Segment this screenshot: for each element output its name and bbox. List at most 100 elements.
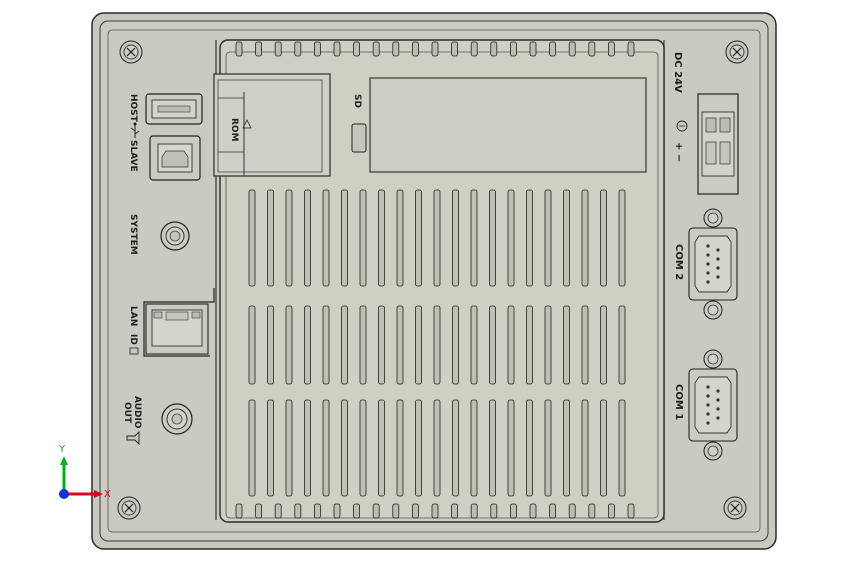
vent-slot bbox=[378, 189, 385, 287]
vent-slot bbox=[313, 41, 321, 57]
dc-24v-label: DC 24V bbox=[672, 52, 683, 93]
screw-icon bbox=[119, 40, 143, 64]
vent-slot bbox=[608, 41, 615, 57]
vent-slot bbox=[452, 305, 459, 385]
vent-slot bbox=[433, 305, 441, 385]
vent-slot bbox=[285, 305, 293, 385]
system-label: SYSTEM bbox=[128, 214, 138, 255]
rom-slot: ROM bbox=[213, 73, 331, 177]
vent-slot bbox=[304, 189, 311, 287]
vent-slot bbox=[235, 503, 243, 519]
vent-slot bbox=[333, 503, 341, 519]
vent-slot bbox=[563, 189, 570, 287]
vent-slot bbox=[353, 503, 361, 519]
bottom-vent-slots bbox=[235, 503, 635, 519]
screw-icon bbox=[117, 496, 141, 520]
vent-slot bbox=[470, 41, 478, 57]
vent-slot bbox=[248, 305, 256, 385]
usb-b-port[interactable] bbox=[149, 135, 201, 181]
system-button[interactable] bbox=[160, 221, 190, 251]
vent-slot bbox=[248, 399, 256, 497]
vent-slot bbox=[235, 41, 243, 57]
vent-slot bbox=[451, 503, 459, 519]
vent-slot bbox=[544, 399, 552, 497]
vent-slot bbox=[341, 399, 348, 497]
vent-slot bbox=[563, 399, 570, 497]
plus-minus-label: + − bbox=[673, 142, 684, 162]
vent-slot bbox=[544, 305, 552, 385]
vent-slot bbox=[285, 399, 293, 497]
vent-slot bbox=[627, 41, 635, 57]
vent-slot bbox=[452, 189, 459, 287]
vent-slot bbox=[415, 399, 422, 497]
vent-slot bbox=[304, 399, 311, 497]
vent-slot bbox=[470, 399, 478, 497]
vent-slot bbox=[529, 41, 537, 57]
vent-slot bbox=[452, 399, 459, 497]
cad-drawing: ROM SD HOST SLAVE SYSTEM LAN ID AUDIO OU… bbox=[0, 0, 867, 562]
label-window bbox=[369, 77, 647, 173]
vent-slot bbox=[451, 41, 459, 57]
vent-slot bbox=[509, 41, 517, 57]
vent-slot bbox=[322, 189, 330, 287]
vent-slot bbox=[392, 503, 400, 519]
vent-grid bbox=[248, 189, 626, 497]
vent-slot bbox=[627, 503, 635, 519]
vent-slot bbox=[581, 189, 589, 287]
vent-slot bbox=[341, 305, 348, 385]
vent-slot bbox=[618, 189, 626, 287]
vent-slot bbox=[433, 399, 441, 497]
vent-slot bbox=[267, 399, 274, 497]
vent-slot bbox=[304, 305, 311, 385]
vent-slot bbox=[396, 305, 404, 385]
vent-slot bbox=[285, 189, 293, 287]
top-vent-slots bbox=[235, 41, 635, 57]
vent-slot bbox=[618, 399, 626, 497]
vent-slot bbox=[415, 189, 422, 287]
lan-id-label: ID bbox=[128, 334, 138, 345]
vent-slot bbox=[411, 41, 419, 57]
vent-slot bbox=[433, 189, 441, 287]
vent-slot bbox=[378, 305, 385, 385]
screw-icon bbox=[725, 40, 749, 64]
vent-slot bbox=[322, 399, 330, 497]
vent-slot bbox=[470, 305, 478, 385]
vent-slot bbox=[618, 305, 626, 385]
vent-slot bbox=[372, 503, 380, 519]
vent-slot bbox=[396, 399, 404, 497]
vent-slot bbox=[411, 503, 419, 519]
vent-slot bbox=[333, 41, 341, 57]
vent-slot bbox=[600, 305, 607, 385]
vent-slot bbox=[341, 189, 348, 287]
vent-slot bbox=[359, 305, 367, 385]
usb-a-port[interactable] bbox=[145, 93, 203, 125]
vent-slot bbox=[544, 189, 552, 287]
vent-slot bbox=[526, 399, 533, 497]
slave-label: SLAVE bbox=[128, 140, 138, 172]
vent-slot bbox=[267, 189, 274, 287]
vent-slot bbox=[313, 503, 321, 519]
audio-jack[interactable] bbox=[161, 403, 193, 435]
com1-label: COM 1 bbox=[673, 384, 684, 420]
vent-slot bbox=[294, 503, 302, 519]
audio-out-label: OUT bbox=[122, 402, 132, 424]
vent-slot bbox=[490, 41, 498, 57]
vent-slot bbox=[581, 305, 589, 385]
vent-slot bbox=[489, 189, 496, 287]
vent-slot bbox=[359, 189, 367, 287]
vent-slot bbox=[588, 41, 596, 57]
vent-slot bbox=[470, 189, 478, 287]
vent-slot bbox=[509, 503, 517, 519]
power-terminal[interactable] bbox=[697, 93, 739, 195]
com2-label: COM 2 bbox=[673, 244, 684, 280]
vent-slot bbox=[563, 305, 570, 385]
vent-slot bbox=[568, 41, 576, 57]
vent-slot bbox=[549, 503, 556, 519]
vent-slot bbox=[588, 503, 596, 519]
lan-label: LAN bbox=[128, 306, 138, 326]
vent-slot bbox=[507, 189, 515, 287]
vent-slot bbox=[490, 503, 498, 519]
vent-slot bbox=[392, 41, 400, 57]
audio-label: AUDIO bbox=[132, 396, 142, 429]
vent-slot bbox=[322, 305, 330, 385]
